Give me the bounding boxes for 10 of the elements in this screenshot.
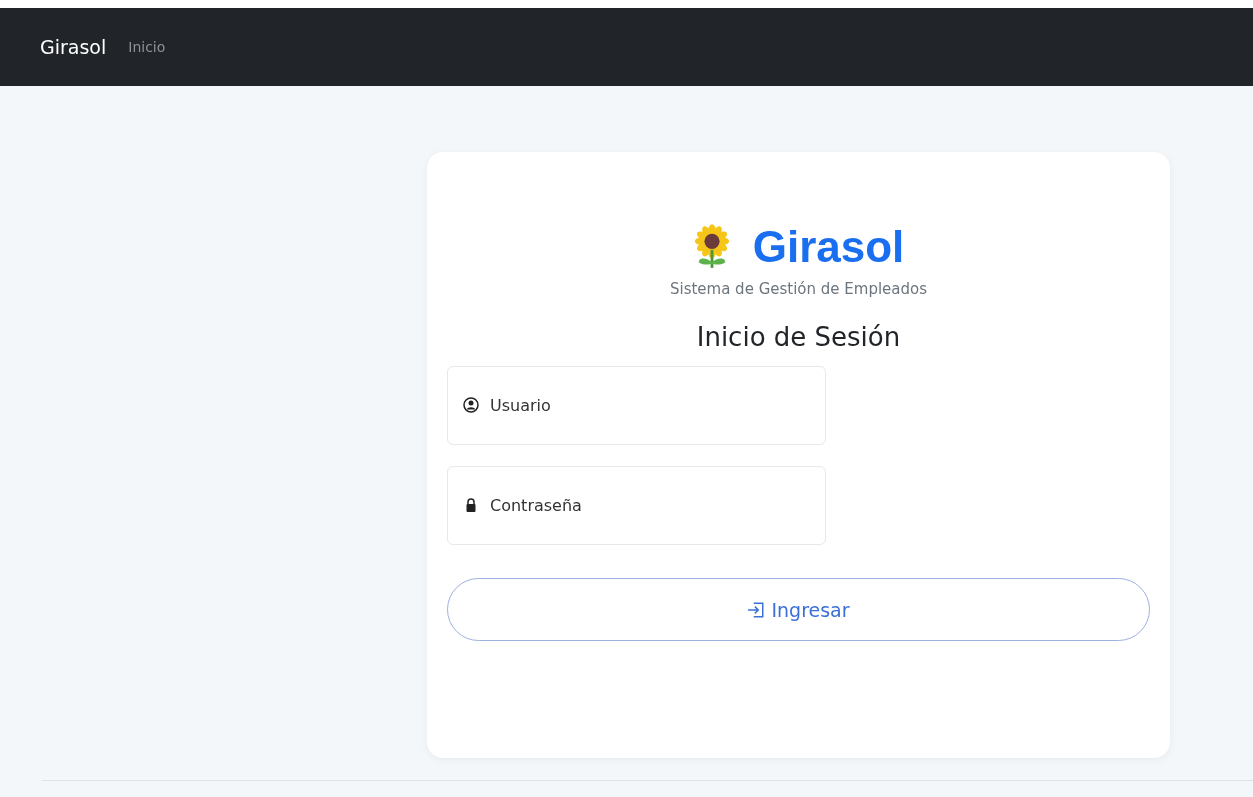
brand-link[interactable]: Girasol xyxy=(40,36,107,58)
password-field[interactable]: Contraseña xyxy=(447,466,826,545)
nav-link[interactable]: Inicio xyxy=(128,39,166,55)
app-title: Girasol xyxy=(752,222,905,272)
sunflower-icon xyxy=(692,224,731,270)
app-subtitle: Sistema de Gestión de Empleados xyxy=(669,280,928,298)
login-heading: Inicio de Sesión xyxy=(696,322,901,352)
login-button[interactable]: Ingresar xyxy=(447,578,1150,641)
sign-in-icon xyxy=(747,600,766,619)
username-field[interactable]: Usuario xyxy=(447,366,826,445)
